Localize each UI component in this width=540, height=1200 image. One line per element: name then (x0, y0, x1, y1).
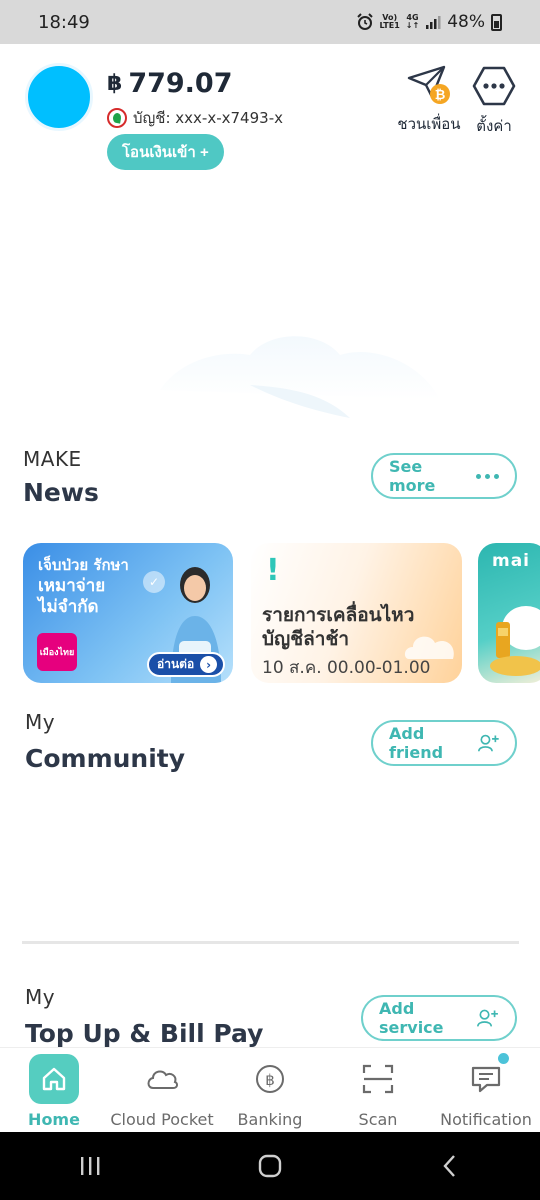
recent-apps-button[interactable] (60, 1146, 120, 1186)
community-kicker: My (25, 710, 56, 734)
topup-kicker: My (25, 985, 56, 1009)
currency-symbol: ฿ (107, 71, 123, 96)
nav-home[interactable]: Home (0, 1054, 109, 1129)
battery-percent: 48% (447, 12, 485, 32)
notification-badge (498, 1053, 509, 1064)
community-title: Community (25, 744, 186, 773)
insurer-logo: เมืองไทย (37, 633, 77, 671)
add-person-icon (477, 1009, 499, 1027)
add-friend-button[interactable]: Add friend (371, 720, 517, 766)
card-title: รายการเคลื่อนไหว บัญชีล่าช้า (262, 604, 415, 650)
news-card-delay-notice[interactable]: ! รายการเคลื่อนไหว บัญชีล่าช้า 10 ส.ค. 0… (251, 543, 462, 683)
paper-plane-icon: ₿ (407, 65, 450, 104)
invite-label: ชวนเพื่อน (397, 115, 461, 133)
add-service-button[interactable]: Add service (361, 995, 517, 1041)
invite-friend-button[interactable]: ₿ ชวนเพื่อน (393, 64, 465, 136)
bottom-navigation: Home Cloud Pocket ฿ Banking Scan Notific… (0, 1047, 540, 1132)
status-icons: Vo) LTE1 4G ↓↑ 48% (356, 12, 502, 32)
baht-icon: ฿ (245, 1054, 295, 1104)
nav-banking-label: Banking (237, 1110, 303, 1129)
card-subtitle: 10 ส.ค. 00.00-01.00 (262, 658, 431, 678)
more-dots-icon (476, 473, 499, 479)
chevron-right-icon: › (200, 656, 218, 673)
status-time: 18:49 (38, 11, 90, 33)
nav-home-label: Home (28, 1110, 80, 1129)
nav-cloud-pocket[interactable]: Cloud Pocket (107, 1054, 217, 1129)
network-type: 4G ↓↑ (405, 13, 420, 30)
exclamation-icon: ! (266, 553, 280, 588)
alarm-icon (356, 13, 373, 30)
add-person-icon (477, 734, 499, 752)
settings-label: ตั้งค่า (476, 117, 512, 135)
scan-icon (353, 1054, 403, 1104)
signal-icon (426, 16, 441, 29)
nav-banking[interactable]: ฿ Banking (215, 1054, 325, 1129)
news-card-insurance[interactable]: เจ็บป่วย รักษา เหมาจ่าย ไม่จำกัด ✓ เมือง… (23, 543, 233, 683)
see-more-label: See more (389, 457, 436, 495)
more-icon (472, 64, 516, 108)
nav-scan-label: Scan (358, 1110, 398, 1129)
add-friend-label: Add friend (389, 724, 444, 762)
read-more-label: อ่านต่อ (157, 657, 195, 671)
section-divider (22, 941, 519, 944)
back-button[interactable] (420, 1146, 480, 1186)
see-more-button[interactable]: See more (371, 453, 517, 499)
cloud-icon (137, 1054, 187, 1104)
account-number-row[interactable]: บัญชี: xxx-x-x7493-x (107, 106, 283, 130)
balance: ฿ 779.07 (107, 68, 233, 99)
system-navigation-bar (0, 1132, 540, 1200)
mai-logo: mai (492, 551, 531, 571)
volte-indicator: Vo) LTE1 (379, 13, 400, 30)
gold-bar-illustration (490, 606, 540, 676)
nav-notification-label: Notification (440, 1110, 532, 1129)
svg-text:฿: ฿ (265, 1071, 275, 1089)
read-more-button[interactable]: อ่านต่อ › (147, 652, 226, 677)
avatar[interactable] (25, 63, 93, 131)
shield-icon: ✓ (143, 571, 165, 593)
balance-amount: 779.07 (128, 68, 233, 99)
transfer-in-button[interactable]: โอนเงินเข้า + (107, 134, 224, 170)
home-circle-icon (258, 1154, 282, 1178)
bank-logo-icon (107, 108, 127, 128)
cloud-decoration (160, 336, 440, 418)
recent-apps-icon (81, 1157, 100, 1175)
nav-cloud-pocket-label: Cloud Pocket (110, 1110, 214, 1129)
topup-title: Top Up & Bill Pay (25, 1019, 264, 1048)
status-bar: 18:49 Vo) LTE1 4G ↓↑ 48% (0, 0, 540, 44)
account-number: บัญชี: xxx-x-x7493-x (133, 109, 283, 127)
nav-scan[interactable]: Scan (323, 1054, 433, 1129)
news-title: News (23, 478, 99, 507)
news-kicker: MAKE (23, 447, 82, 471)
news-card-mai[interactable]: mai (478, 543, 540, 683)
home-icon (29, 1054, 79, 1104)
settings-button[interactable]: ตั้งค่า (468, 64, 520, 138)
battery-icon (491, 13, 502, 31)
svg-text:₿: ₿ (435, 88, 446, 103)
home-system-button[interactable] (240, 1146, 300, 1186)
nav-notification[interactable]: Notification (431, 1053, 540, 1129)
card-headline: เจ็บป่วย รักษา เหมาจ่าย ไม่จำกัด (38, 556, 129, 617)
back-chevron-icon (443, 1155, 455, 1177)
add-service-label: Add service (379, 999, 444, 1037)
